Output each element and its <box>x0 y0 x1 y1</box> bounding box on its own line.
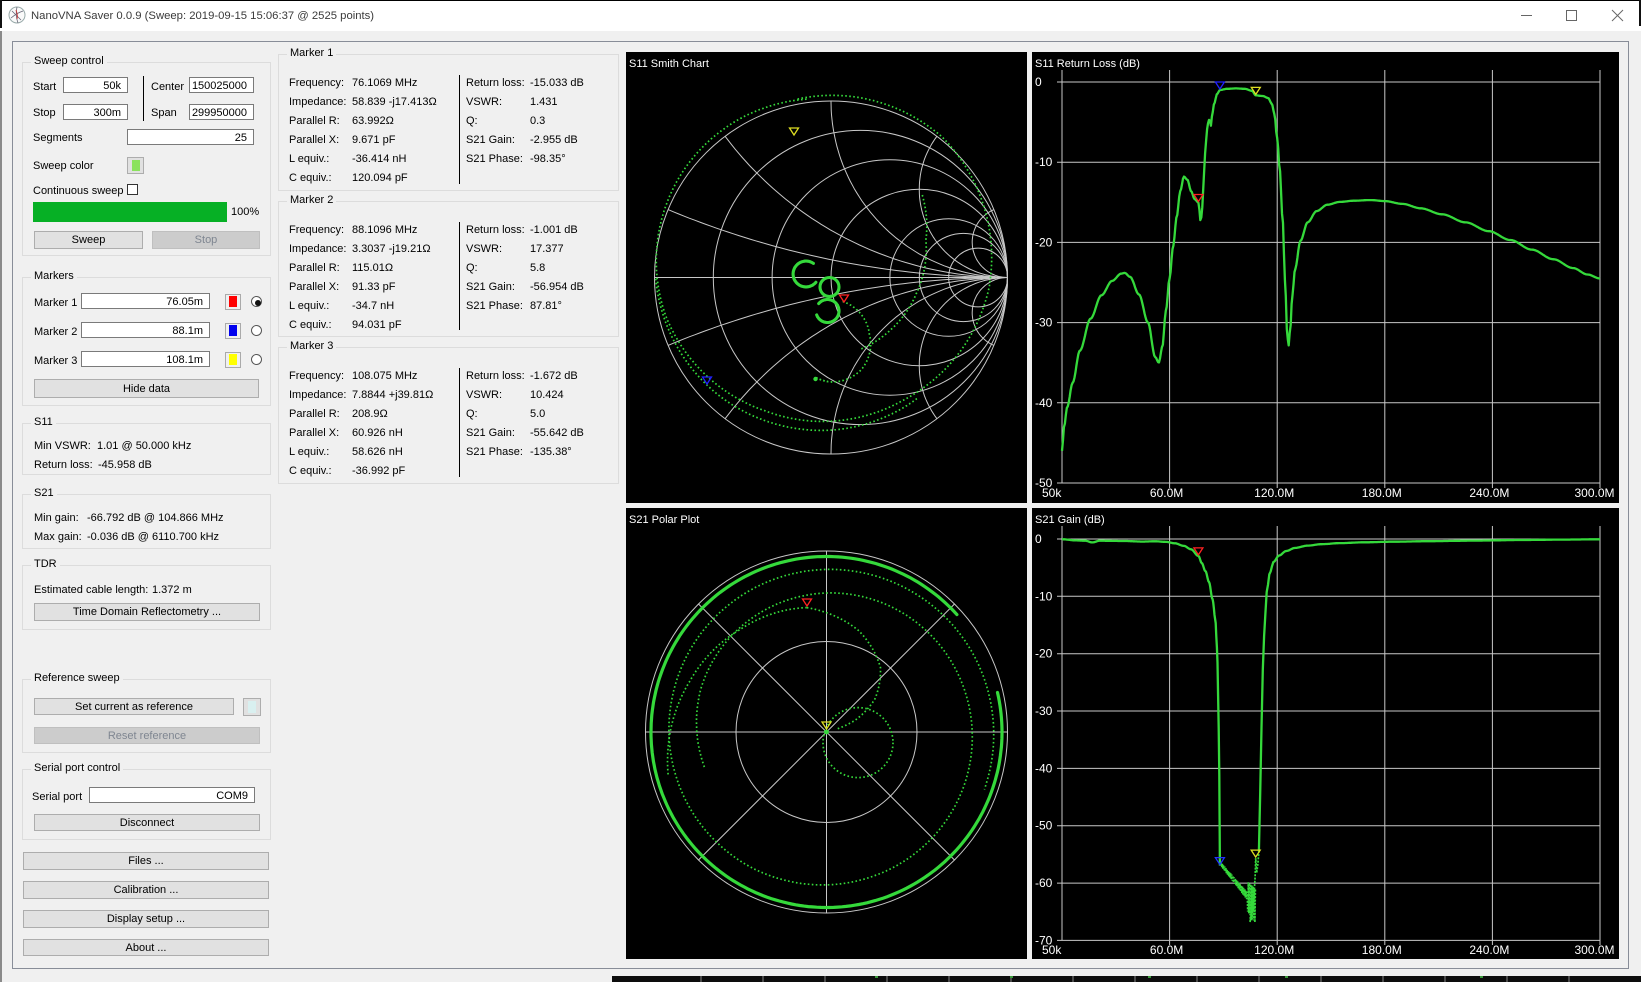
svg-text:-10: -10 <box>1035 589 1053 603</box>
svg-text:120.0M: 120.0M <box>1254 943 1294 957</box>
svg-text:300.0M: 300.0M <box>1574 943 1614 957</box>
svg-text:50k: 50k <box>1042 943 1062 957</box>
svg-text:240.0M: 240.0M <box>1469 486 1509 500</box>
svg-text:-60: -60 <box>1035 876 1053 890</box>
svg-text:60.0M: 60.0M <box>1150 943 1183 957</box>
svg-text:0: 0 <box>1035 75 1042 89</box>
svg-text:120.0M: 120.0M <box>1254 486 1294 500</box>
svg-text:50k: 50k <box>1042 486 1062 500</box>
svg-text:-50: -50 <box>1035 819 1053 833</box>
svg-text:-20: -20 <box>1035 647 1053 661</box>
svg-text:180.0M: 180.0M <box>1362 943 1402 957</box>
svg-text:S11 Return Loss (dB): S11 Return Loss (dB) <box>1035 58 1140 70</box>
svg-text:-30: -30 <box>1035 316 1053 330</box>
svg-text:-40: -40 <box>1035 396 1053 410</box>
svg-text:60.0M: 60.0M <box>1150 486 1183 500</box>
svg-text:-20: -20 <box>1035 235 1053 249</box>
svg-text:S11 Smith Chart: S11 Smith Chart <box>629 58 709 70</box>
svg-text:S21 Polar Plot: S21 Polar Plot <box>629 514 699 526</box>
svg-text:-40: -40 <box>1035 761 1053 775</box>
svg-text:-30: -30 <box>1035 704 1053 718</box>
svg-text:0: 0 <box>1035 532 1042 546</box>
svg-text:S21 Gain (dB): S21 Gain (dB) <box>1035 514 1105 526</box>
svg-text:180.0M: 180.0M <box>1362 486 1402 500</box>
svg-text:-10: -10 <box>1035 155 1053 169</box>
svg-text:300.0M: 300.0M <box>1574 486 1614 500</box>
svg-text:240.0M: 240.0M <box>1469 943 1509 957</box>
